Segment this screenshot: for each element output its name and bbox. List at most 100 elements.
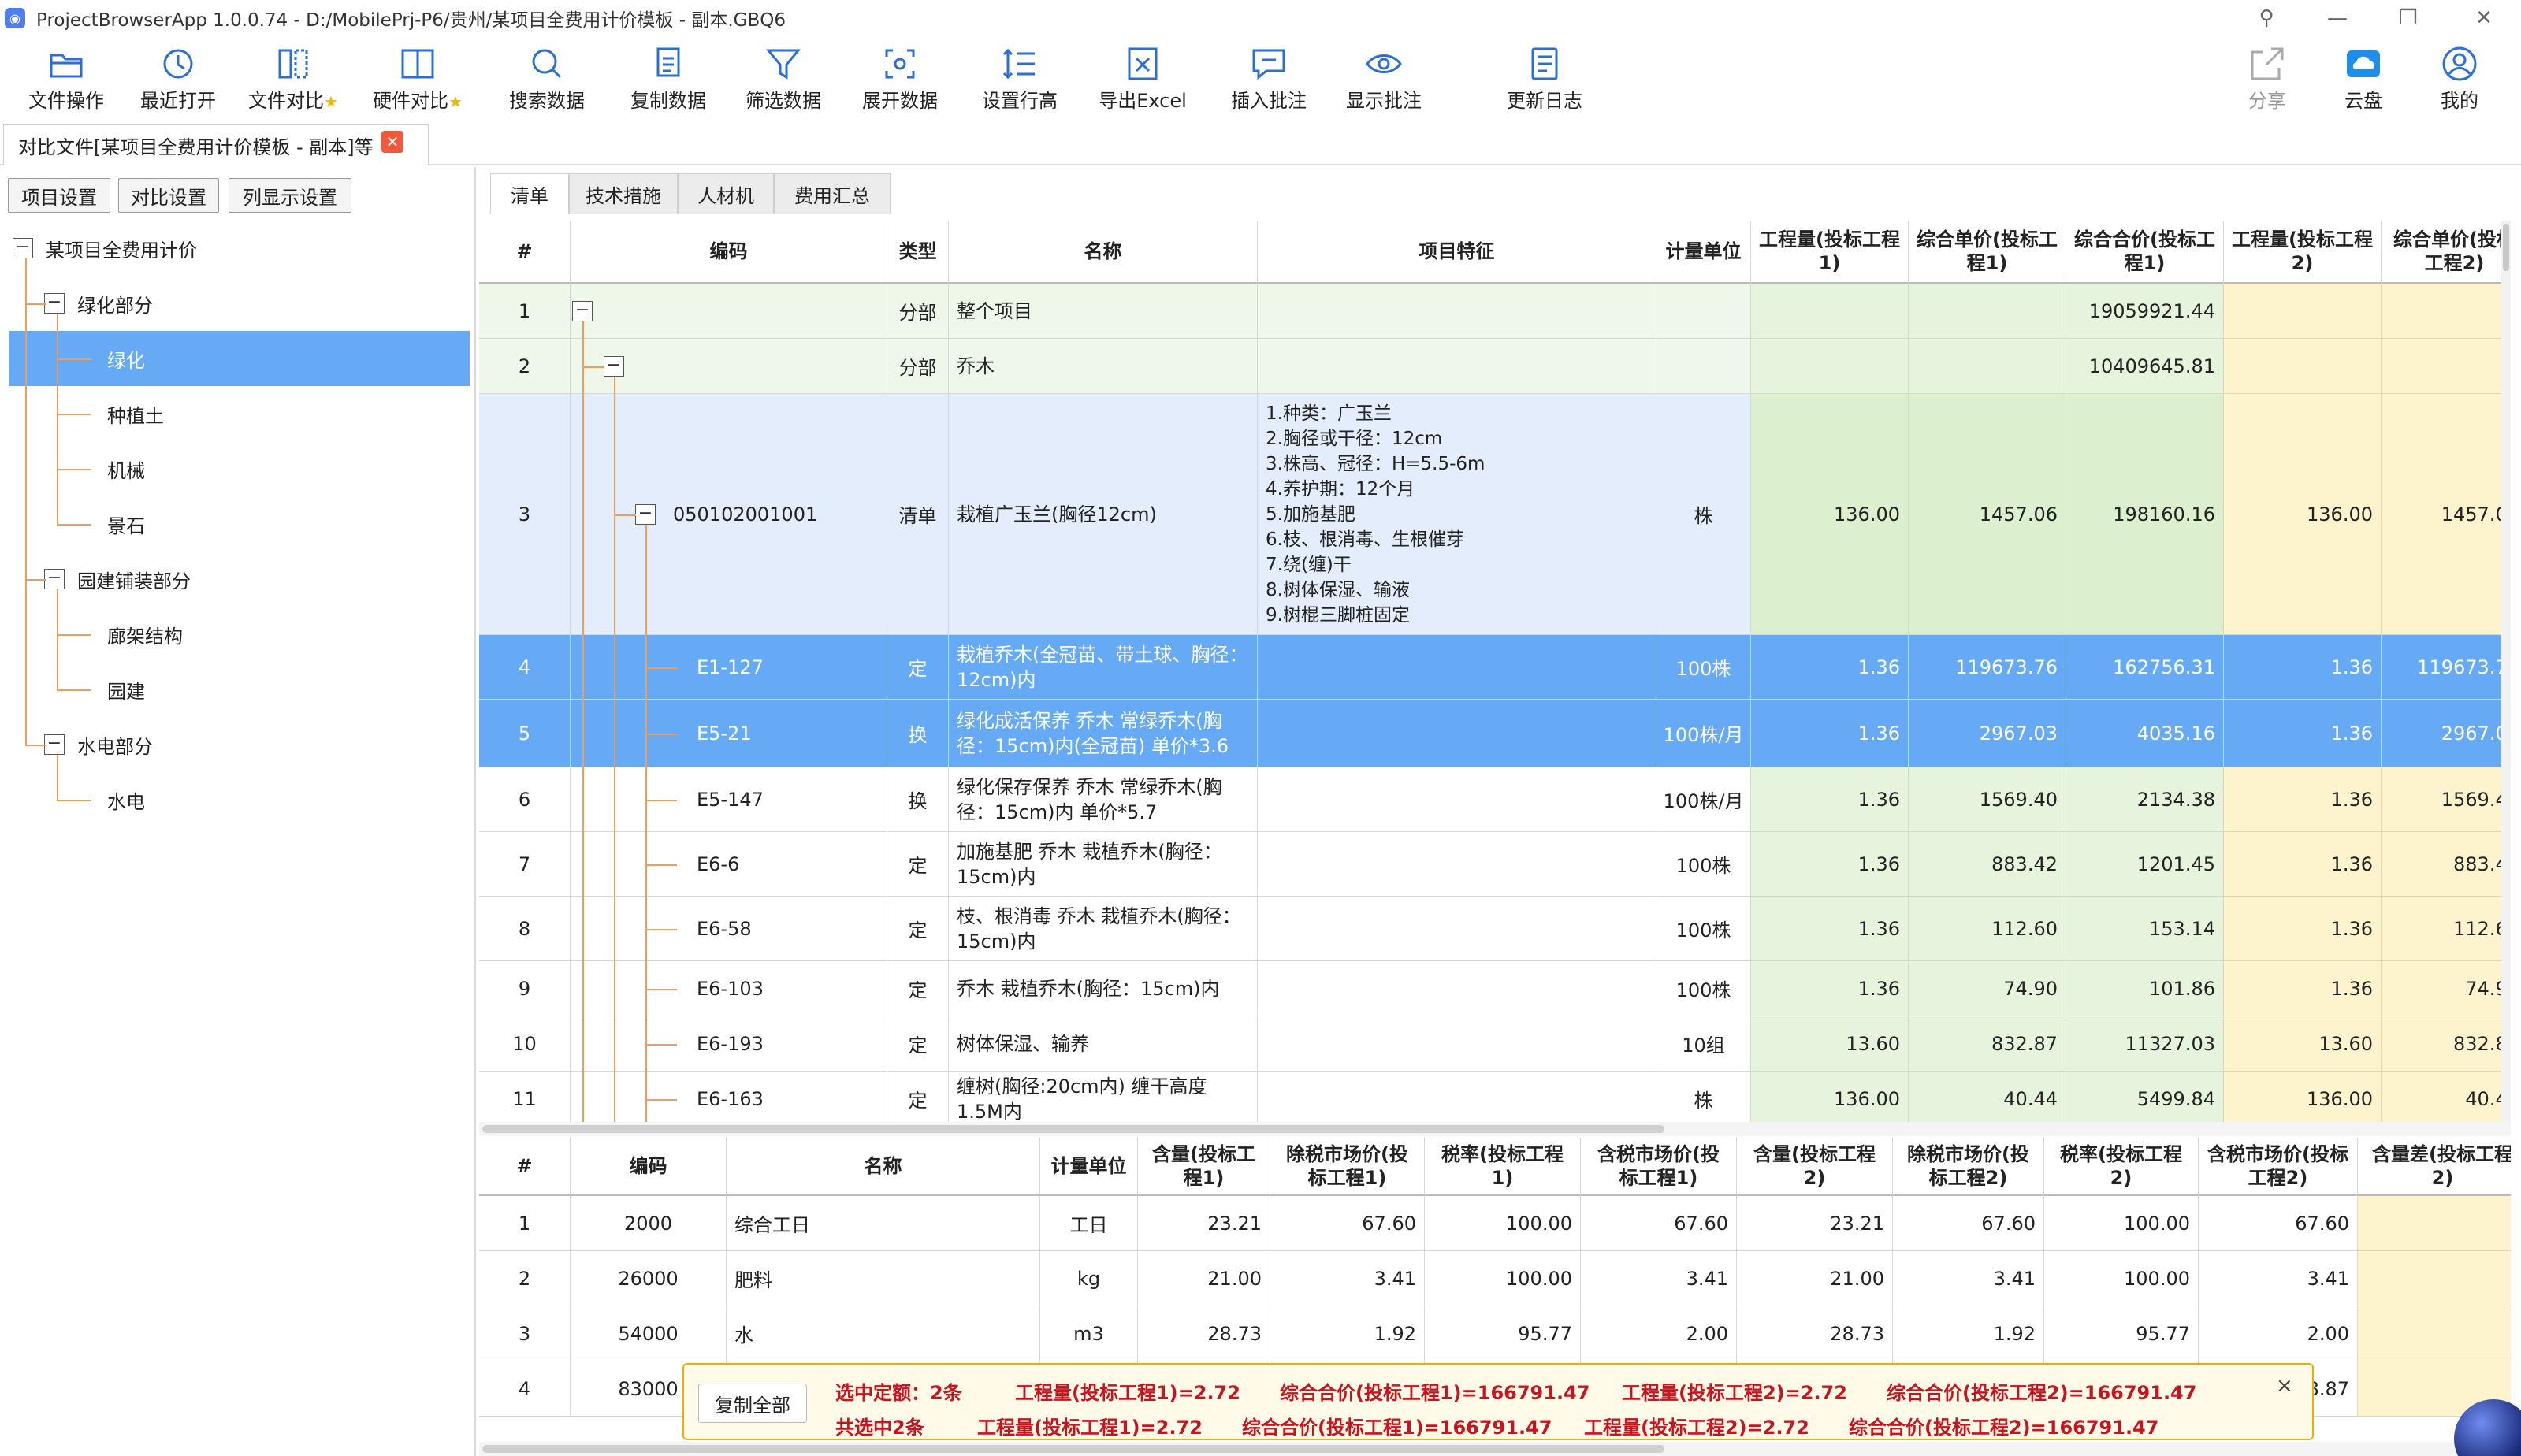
grid-cell-q1[interactable]: 1.36 [1751, 897, 1909, 961]
grid-cell-t1[interactable]: 4035.16 [2066, 700, 2224, 767]
grid-cell-q1[interactable] [1751, 284, 1909, 339]
maximize-button[interactable]: ❐ [2385, 0, 2432, 36]
grid-cell-q1[interactable]: 1.36 [1751, 961, 1909, 1016]
material-cell-c1[interactable]: 95.77 [1425, 1306, 1581, 1361]
toolbar-row-height-button[interactable]: 设置行高 [965, 43, 1075, 115]
grid-cell-n[interactable]: 1 [479, 284, 571, 339]
grid-cell-type[interactable]: 换 [887, 767, 949, 832]
grid-cell-n[interactable]: 6 [479, 767, 571, 832]
tree-item[interactable]: 某项目全费用计价 [46, 221, 197, 276]
grid-cell-unit[interactable]: 100株/月 [1656, 767, 1751, 832]
close-tab-icon[interactable]: ✕ [381, 131, 403, 153]
sheet-tab[interactable]: 费用汇总 [774, 173, 891, 214]
grid-cell-feat[interactable] [1258, 961, 1656, 1016]
grid-cell-name[interactable]: 栽植广玉兰(胸径12cm) [949, 394, 1258, 635]
column-header[interactable]: # [479, 221, 571, 284]
grid-cell-t1[interactable]: 5499.84 [2066, 1072, 2224, 1122]
material-cell-c2[interactable]: 100.00 [2044, 1196, 2199, 1251]
grid-cell-type[interactable]: 清单 [887, 394, 949, 635]
grid-cell-q2[interactable]: 1.36 [2224, 767, 2382, 832]
tree-item[interactable]: 园建 [107, 662, 145, 717]
grid-cell-p2[interactable]: 119673.76 [2382, 635, 2511, 700]
compare-settings-button[interactable]: 对比设置 [118, 178, 219, 213]
grid-cell-q1[interactable]: 136.00 [1751, 1072, 1909, 1122]
grid-cell-n[interactable]: 9 [479, 961, 571, 1016]
collapse-icon[interactable]: − [13, 238, 33, 258]
grid-cell-feat[interactable] [1258, 339, 1656, 394]
tree-item[interactable]: 园建铺装部分 [77, 552, 191, 607]
column-header[interactable]: 计量单位 [1040, 1138, 1138, 1196]
toolbar-history-button[interactable]: 最近打开 [123, 43, 233, 115]
grid-cell-q1[interactable]: 1.36 [1751, 832, 1909, 897]
grid-cell-type[interactable]: 定 [887, 635, 949, 700]
column-header[interactable]: 类型 [887, 221, 949, 284]
column-header[interactable]: 含税市场价(投标工程2) [2199, 1138, 2358, 1196]
grid-cell-feat[interactable] [1258, 832, 1656, 897]
grid-cell-p2[interactable]: 112.60 [2382, 897, 2511, 961]
grid-cell-code[interactable]: E6-58 [571, 897, 887, 961]
grid-cell-q2[interactable]: 136.00 [2224, 1072, 2382, 1122]
grid-cell-feat[interactable] [1258, 1016, 1656, 1072]
project-settings-button[interactable]: 项目设置 [8, 178, 110, 213]
horizontal-scroll-thumb[interactable] [482, 1125, 1664, 1133]
material-cell-d2[interactable]: 2.00 [2199, 1306, 2358, 1361]
material-cell-code[interactable]: 2000 [571, 1196, 727, 1251]
material-cell-b1[interactable]: 3.41 [1270, 1251, 1425, 1306]
tree-item[interactable]: 机械 [107, 441, 145, 496]
material-cell-a2[interactable]: 21.00 [1737, 1251, 1893, 1306]
tree-item[interactable]: 景石 [107, 496, 145, 552]
grid-cell-n[interactable]: 3 [479, 394, 571, 635]
grid-cell-p2[interactable]: 40.44 [2382, 1072, 2511, 1122]
grid-cell-p1[interactable]: 2967.03 [1909, 700, 2066, 767]
grid-cell-code[interactable]: E6-103 [571, 961, 887, 1016]
grid-cell-n[interactable]: 11 [479, 1072, 571, 1122]
grid-cell-type[interactable]: 定 [887, 1072, 949, 1122]
grid-cell-t1[interactable]: 1201.45 [2066, 832, 2224, 897]
document-tab[interactable]: 对比文件[某项目全费用计价模板 - 副本]等 [3, 124, 429, 165]
material-cell-d2[interactable]: 67.60 [2199, 1196, 2358, 1251]
grid-cell-type[interactable]: 定 [887, 961, 949, 1016]
grid-cell-q2[interactable] [2224, 339, 2382, 394]
material-cell-e[interactable] [2358, 1196, 2511, 1251]
grid-cell-t1[interactable]: 11327.03 [2066, 1016, 2224, 1072]
grid-cell-n[interactable]: 7 [479, 832, 571, 897]
material-cell-unit[interactable]: kg [1040, 1251, 1138, 1306]
column-header[interactable]: 含税市场价(投标工程1) [1581, 1138, 1737, 1196]
tree-item[interactable]: 绿化部分 [77, 276, 153, 331]
grid-cell-p2[interactable]: 832.87 [2382, 1016, 2511, 1072]
grid-cell-p1[interactable]: 112.60 [1909, 897, 2066, 961]
vertical-scroll-thumb[interactable] [2503, 224, 2509, 271]
grid-cell-p1[interactable]: 1569.40 [1909, 767, 2066, 832]
material-cell-unit[interactable]: m3 [1040, 1306, 1138, 1361]
grid-cell-q1[interactable]: 136.00 [1751, 394, 1909, 635]
grid-cell-n[interactable]: 5 [479, 700, 571, 767]
grid-cell-feat[interactable] [1258, 284, 1656, 339]
toolbar-compare-button[interactable]: 文件对比★ [238, 43, 348, 115]
collapse-icon[interactable]: − [604, 356, 624, 377]
column-header[interactable]: 除税市场价(投标工程2) [1893, 1138, 2044, 1196]
tree-item[interactable]: 廊架结构 [107, 607, 183, 662]
grid-cell-p2[interactable]: 74.90 [2382, 961, 2511, 1016]
toolbar-copy-button[interactable]: 复制数据 [613, 43, 723, 115]
material-cell-b2[interactable]: 3.41 [1893, 1251, 2044, 1306]
grid-cell-p2[interactable]: 883.42 [2382, 832, 2511, 897]
grid-cell-feat[interactable]: 1.种类：广玉兰 2.胸径或干径：12cm 3.株高、冠径：H=5.5-6m 4.养护… [1258, 394, 1656, 635]
grid-cell-feat[interactable] [1258, 767, 1656, 832]
grid-cell-t1[interactable]: 19059921.44 [2066, 284, 2224, 339]
grid-cell-q2[interactable]: 1.36 [2224, 897, 2382, 961]
grid-cell-q2[interactable] [2224, 284, 2382, 339]
grid-cell-q1[interactable]: 1.36 [1751, 635, 1909, 700]
material-cell-n[interactable]: 1 [479, 1196, 571, 1251]
grid-cell-name[interactable]: 树体保湿、输养 [949, 1016, 1258, 1072]
material-cell-d1[interactable]: 67.60 [1581, 1196, 1737, 1251]
tree-item[interactable]: 种植土 [107, 386, 164, 441]
grid-cell-code[interactable]: E5-147 [571, 767, 887, 832]
material-cell-d2[interactable]: 3.41 [2199, 1251, 2358, 1306]
material-cell-c1[interactable]: 100.00 [1425, 1196, 1581, 1251]
toolbar-log-button[interactable]: 更新日志 [1489, 43, 1600, 115]
tree-item[interactable]: 绿化 [107, 331, 145, 386]
grid-cell-q1[interactable]: 1.36 [1751, 767, 1909, 832]
sheet-tab[interactable]: 人材机 [678, 173, 774, 214]
material-cell-n[interactable]: 2 [479, 1251, 571, 1306]
material-cell-b1[interactable]: 1.92 [1270, 1306, 1425, 1361]
